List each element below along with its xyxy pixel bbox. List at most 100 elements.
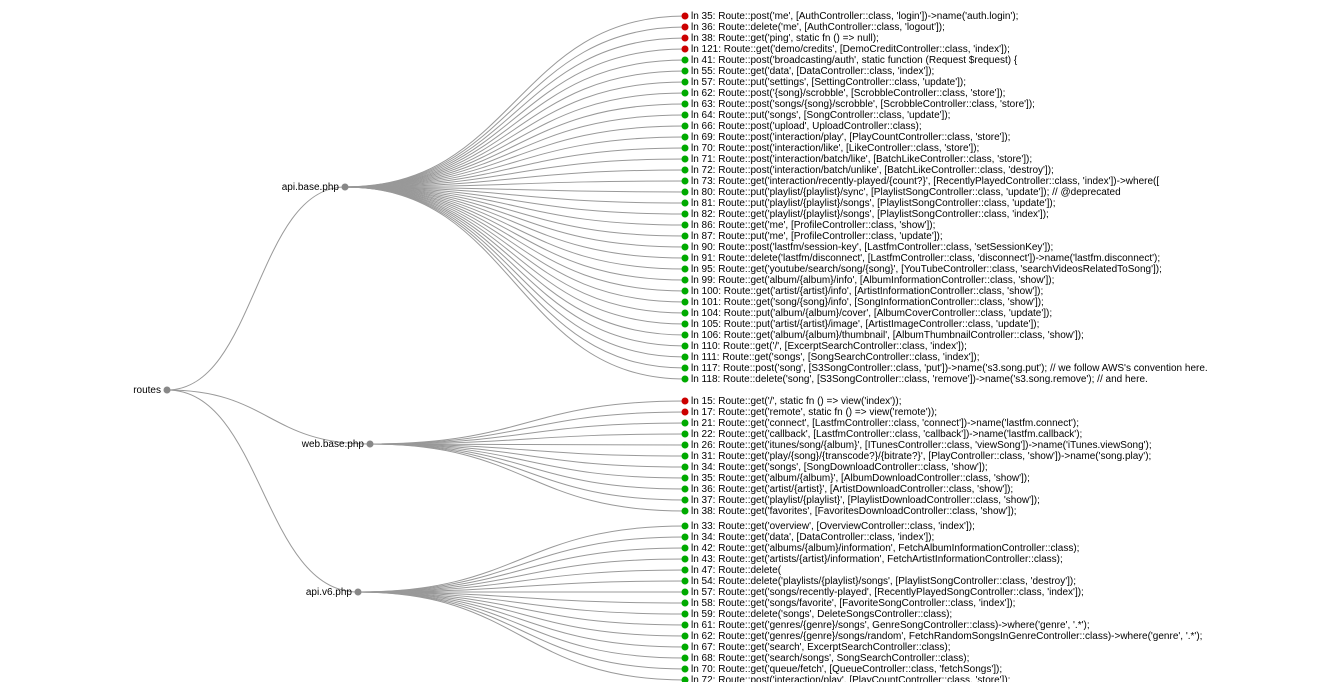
leaf-node (682, 486, 689, 493)
leaf-node (682, 497, 689, 504)
leaf-node (682, 332, 689, 339)
leaf-label: ln 118: Route::delete('song', [S3SongCon… (691, 374, 1148, 385)
leaf-node (682, 310, 689, 317)
leaf-node (682, 655, 689, 662)
leaf-node (682, 567, 689, 574)
leaf-node (682, 277, 689, 284)
leaf-node (682, 365, 689, 372)
leaf-node (682, 545, 689, 552)
leaf-node (682, 288, 689, 295)
leaf-label: ln 43: Route::get('artists/{artist}/info… (691, 554, 1063, 565)
leaf-label: ln 33: Route::get('overview', [OverviewC… (691, 521, 975, 532)
leaf-node (682, 589, 689, 596)
leaf-label: ln 67: Route::get('search', ExcerptSearc… (691, 642, 951, 653)
leaf-node (682, 266, 689, 273)
leaf-label: ln 66: Route::post('upload', UploadContr… (691, 121, 922, 132)
leaf-node (682, 633, 689, 640)
leaf-node (682, 534, 689, 541)
leaf-label: ln 57: Route::put('settings', [SettingCo… (691, 77, 966, 88)
leaf-label: ln 117: Route::post('song', [S3SongContr… (691, 363, 1208, 374)
leaf-node (682, 677, 689, 682)
leaf-label: ln 80: Route::put('playlist/{playlist}/s… (691, 187, 1121, 198)
leaf-node (682, 68, 689, 75)
leaf-node (682, 233, 689, 240)
leaf-node (682, 57, 689, 64)
leaf-node (682, 431, 689, 438)
leaf-label: ln 34: Route::get('data', [DataControlle… (691, 532, 934, 543)
leaf-label: ln 58: Route::get('songs/favorite', [Fav… (691, 598, 1015, 609)
file-label-api_base: api.base.php (282, 182, 339, 193)
leaf-label: ln 17: Route::get('remote', static fn ()… (691, 407, 937, 418)
leaf-node (682, 442, 689, 449)
leaf-label: ln 34: Route::get('songs', [SongDownload… (691, 462, 988, 473)
leaf-label: ln 36: Route::get('artist/{artist}', [Ar… (691, 484, 1013, 495)
leaf-node (682, 508, 689, 515)
leaf-label: ln 70: Route::get('queue/fetch', [QueueC… (691, 664, 1002, 675)
leaf-label: ln 99: Route::get('album/{album}/info', … (691, 275, 1054, 286)
leaf-node (682, 343, 689, 350)
leaf-node (682, 600, 689, 607)
leaf-node (682, 244, 689, 251)
leaf-node (682, 556, 689, 563)
leaf-node (682, 101, 689, 108)
leaf-label: ln 73: Route::get('interaction/recently-… (691, 176, 1159, 187)
leaf-node (682, 167, 689, 174)
leaf-node (682, 79, 689, 86)
leaf-label: ln 91: Route::delete('lastfm/disconnect'… (691, 253, 1160, 264)
leaf-node (682, 523, 689, 530)
leaf-node (682, 90, 689, 97)
leaf-node (682, 622, 689, 629)
leaf-node (682, 321, 689, 328)
leaf-label: ln 72: Route::post('interaction/batch/un… (691, 165, 1054, 176)
root-node (164, 387, 171, 394)
leaf-label: ln 106: Route::get('album/{album}/thumbn… (691, 330, 1084, 341)
leaf-node (682, 453, 689, 460)
leaf-label: ln 71: Route::post('interaction/batch/li… (691, 154, 1032, 165)
leaf-label: ln 62: Route::get('genres/{genre}/songs/… (691, 631, 1202, 642)
leaf-label: ln 22: Route::get('callback', [LastfmCon… (691, 429, 1082, 440)
leaf-label: ln 68: Route::get('search/songs', SongSe… (691, 653, 969, 664)
leaf-node (682, 376, 689, 383)
leaf-node (682, 578, 689, 585)
leaf-label: ln 36: Route::delete('me', [AuthControll… (691, 22, 945, 33)
leaf-label: ln 26: Route::get('itunes/song/{album}',… (691, 440, 1152, 451)
leaf-node (682, 475, 689, 482)
leaf-label: ln 59: Route::delete('songs', DeleteSong… (691, 609, 952, 620)
leaf-label: ln 62: Route::post('{song}/scrobble', [S… (691, 88, 1005, 99)
leaf-node (682, 611, 689, 618)
leaf-label: ln 105: Route::put('artist/{artist}/imag… (691, 319, 1039, 330)
leaf-node (682, 409, 689, 416)
leaf-label: ln 41: Route::post('broadcasting/auth', … (691, 55, 1017, 66)
file-node-api_v6 (355, 589, 362, 596)
leaf-node (682, 420, 689, 427)
leaf-label: ln 54: Route::delete('playlists/{playlis… (691, 576, 1076, 587)
file-node-api_base (342, 184, 349, 191)
leaf-label: ln 111: Route::get('songs', [SongSearchC… (691, 352, 980, 363)
leaf-label: ln 70: Route::post('interaction/like', [… (691, 143, 979, 154)
leaf-label: ln 64: Route::put('songs', [SongControll… (691, 110, 950, 121)
leaf-node (682, 666, 689, 673)
leaf-node (682, 398, 689, 405)
leaf-label: ln 37: Route::get('playlist/{playlist}',… (691, 495, 1040, 506)
leaf-label: ln 42: Route::get('albums/{album}/inform… (691, 543, 1079, 554)
leaf-label: ln 38: Route::get('ping', static fn () =… (691, 33, 879, 44)
file-label-web_base: web.base.php (302, 439, 364, 450)
leaf-label: ln 47: Route::delete( (691, 565, 781, 576)
leaf-node (682, 354, 689, 361)
file-label-api_v6: api.v6.php (306, 587, 352, 598)
leaf-label: ln 55: Route::get('data', [DataControlle… (691, 66, 934, 77)
leaf-node (682, 255, 689, 262)
leaf-label: ln 57: Route::get('songs/recently-played… (691, 587, 1084, 598)
leaf-node (682, 123, 689, 130)
leaf-node (682, 145, 689, 152)
leaf-node (682, 464, 689, 471)
leaf-node (682, 189, 689, 196)
leaf-label: ln 90: Route::post('lastfm/session-key',… (691, 242, 1053, 253)
leaf-label: ln 69: Route::post('interaction/play', [… (691, 132, 1010, 143)
leaf-label: ln 121: Route::get('demo/credits', [Demo… (691, 44, 1010, 55)
leaf-label: ln 21: Route::get('connect', [LastfmCont… (691, 418, 1079, 429)
leaf-label: ln 31: Route::get('play/{song}/{transcod… (691, 451, 1151, 462)
leaf-label: ln 100: Route::get('artist/{artist}/info… (691, 286, 1043, 297)
leaf-label: ln 81: Route::put('playlist/{playlist}/s… (691, 198, 1056, 209)
edges-layer (0, 0, 1320, 682)
